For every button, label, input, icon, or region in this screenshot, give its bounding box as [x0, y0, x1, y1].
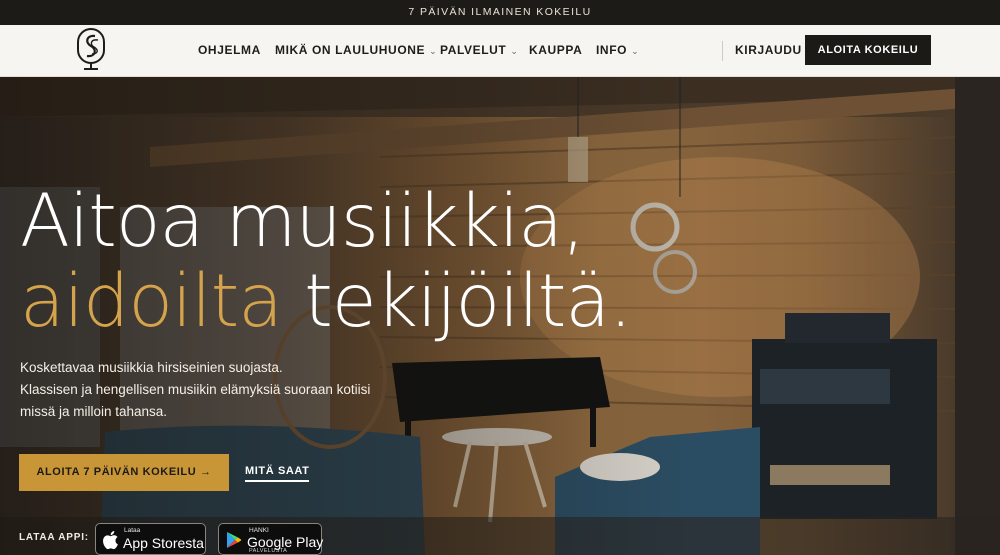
google-play-tiny-text: PALVELUSTA: [249, 548, 288, 554]
hero-description-line: Klassisen ja hengellisen musiikin elämyk…: [20, 382, 371, 397]
google-play-small-text: HANKI: [249, 527, 269, 534]
nav-info[interactable]: INFO ⌄: [596, 43, 639, 57]
apple-icon: [103, 531, 118, 550]
hero-description-line: Koskettavaa musiikkia hirsiseinien suoja…: [20, 360, 283, 375]
hero-description-line: missä ja milloin tahansa.: [20, 404, 168, 419]
download-app-label: LATAA APPI:: [19, 532, 89, 543]
hero-headline-accent: aidoilta: [20, 259, 283, 344]
what-you-get-link[interactable]: MITÄ SAAT: [245, 465, 310, 482]
nav-info-label: INFO: [596, 43, 628, 57]
logo-icon[interactable]: [76, 27, 106, 73]
chevron-down-icon: ⌄: [631, 46, 640, 56]
google-play-button[interactable]: HANKI Google Play PALVELUSTA: [218, 523, 323, 555]
nav-palvelut-label: PALVELUT: [440, 43, 507, 57]
hero-description: Koskettavaa musiikkia hirsiseinien suoja…: [20, 357, 370, 423]
nav-ohjelma-label: OHJELMA: [198, 43, 261, 57]
nav-mika-on-lauluhuone[interactable]: MIKÄ ON LAULUHUONE ⌄: [275, 43, 437, 57]
nav-mika-on-lauluhuone-label: MIKÄ ON LAULUHUONE: [275, 43, 426, 57]
hero-headline-line1: Aitoa musiikkia,: [20, 179, 585, 264]
hero-headline-line2: aidoilta tekijöiltä.: [20, 259, 632, 344]
hero-headline-rest: tekijöiltä.: [281, 259, 632, 344]
chevron-down-icon: ⌄: [510, 46, 519, 56]
google-play-icon: [227, 532, 242, 548]
login-link[interactable]: KIRJAUDU: [735, 43, 802, 57]
hero-section: Aitoa musiikkia, aidoilta tekijöiltä. Ko…: [0, 77, 1000, 555]
app-store-big-text: App Storesta: [123, 535, 204, 551]
nav-divider: [722, 41, 723, 61]
nav-kauppa-label: KAUPPA: [529, 43, 583, 57]
nav-ohjelma[interactable]: OHJELMA: [198, 43, 261, 57]
promo-bar[interactable]: 7 PÄIVÄN ILMAINEN KOKEILU: [0, 0, 1000, 25]
app-store-small-text: Lataa: [124, 527, 141, 534]
app-store-button[interactable]: Lataa App Storesta: [95, 523, 206, 555]
start-7-day-trial-button[interactable]: ALOITA 7 PÄIVÄN KOKEILU →: [19, 454, 229, 491]
main-nav: OHJELMA MIKÄ ON LAULUHUONE ⌄ PALVELUT ⌄ KA…: [0, 25, 1000, 77]
nav-palvelut[interactable]: PALVELUT ⌄: [440, 43, 519, 57]
chevron-down-icon: ⌄: [429, 46, 438, 56]
nav-kauppa[interactable]: KAUPPA: [529, 43, 582, 57]
start-trial-button[interactable]: ALOITA KOKEILU: [805, 35, 931, 65]
promo-text[interactable]: 7 PÄIVÄN ILMAINEN KOKEILU: [408, 6, 591, 18]
